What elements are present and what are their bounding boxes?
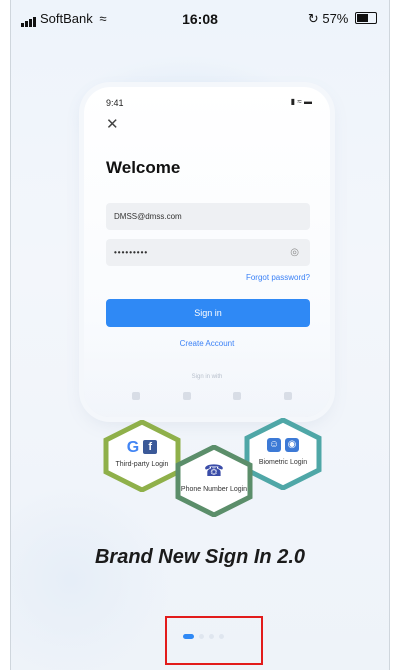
battery-label: 57% [322,11,349,26]
phone-icon: ☎ [204,463,224,480]
preview-sign-in-button: Sign in [106,299,310,327]
social-icon [182,392,191,400]
status-bar: SoftBank ≈ 16:08 ↻ 57% [11,0,389,34]
social-icon [132,392,140,400]
preview-password-value: ••••••••• [114,248,149,257]
preview-title: Welcome [106,158,181,177]
battery-status: ↻ 57% [308,11,377,27]
background-glow-bottom [11,480,171,670]
preview-phone: 9:41 ▮ ≈ ▬ ✕ Welcome DMSS@dmss.com •••••… [84,87,330,417]
rotation-lock-icon: ↻ [307,11,319,26]
highlight-box [165,616,263,665]
face-id-icon: ☺ [267,438,281,452]
biometric-label: Biometric Login [258,459,308,466]
google-icon: G [126,439,140,456]
third-party-label: Third-party Login [115,461,169,468]
phone-number-login-badge: ☎ Phone Number Login [175,445,253,517]
preview-forgot-password: Forgot password? [245,273,310,282]
preview-create-account: Create Account [179,339,235,348]
preview-close-icon: ✕ [106,116,119,133]
preview-status-icons: ▮ ≈ ▬ [290,97,312,106]
biometric-login-badge: ☺ ◉ Biometric Login [244,418,322,490]
third-party-login-badge: G f Third-party Login [103,420,181,492]
facebook-icon: f [143,440,158,454]
preview-password-field: ••••••••• ◎ [106,239,310,266]
battery-icon [355,12,377,24]
preview-email-field: DMSS@dmss.com [106,203,310,230]
preview-time: 9:41 [106,98,124,108]
onboarding-screen: SoftBank ≈ 16:08 ↻ 57% 9:41 ▮ ≈ ▬ ✕ Welc… [10,0,390,670]
tagline: Brand New Sign In 2.0 [94,546,306,568]
social-icon [283,392,292,400]
phone-number-label: Phone Number Login [180,486,248,493]
fingerprint-icon: ◉ [285,438,299,452]
social-icon [233,392,242,400]
eye-off-icon: ◎ [290,247,300,258]
preview-social-icons [132,392,292,400]
preview-email-value: DMSS@dmss.com [114,212,182,221]
preview-sign-in-with: Sign in with [191,374,223,380]
